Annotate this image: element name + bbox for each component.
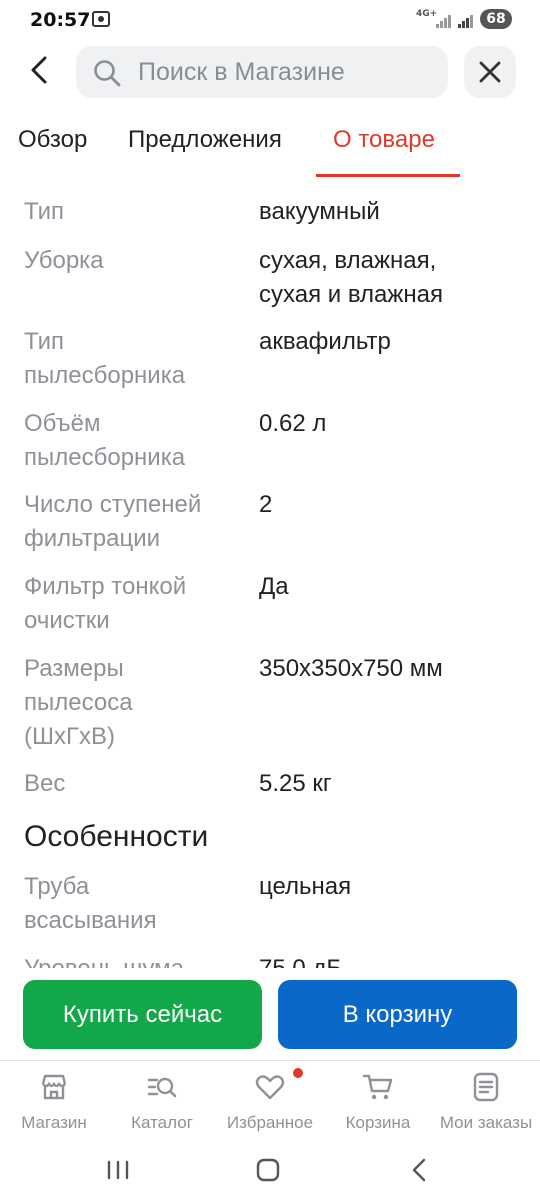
tab-overview[interactable]: Обзор	[18, 126, 87, 154]
search-input[interactable]: Поиск в Магазине	[76, 46, 448, 98]
spec-value: цельная	[259, 873, 352, 900]
spec-label: Размеры пылесоса (ШхГхВ)	[24, 655, 133, 750]
shop-icon	[41, 1074, 67, 1100]
nav-item-orders[interactable]: Мои заказы	[432, 1069, 540, 1139]
search-placeholder: Поиск в Магазине	[138, 58, 345, 86]
system-nav-bar	[0, 1140, 540, 1200]
spec-value: сухая, влажная, сухая и влажная	[259, 247, 444, 308]
recent-apps-icon[interactable]	[100, 1152, 136, 1188]
nav-label: Магазин	[21, 1113, 87, 1132]
nav-label: Корзина	[345, 1113, 411, 1132]
add-to-cart-button[interactable]: В корзину	[278, 980, 517, 1049]
buy-now-button[interactable]: Купить сейчас	[23, 980, 262, 1049]
close-icon	[479, 61, 501, 83]
bottom-nav: Магазин Каталог Избранное Корзина Мои за…	[0, 1060, 540, 1140]
orders-icon	[473, 1072, 499, 1102]
search-icon	[94, 60, 121, 87]
close-search-button[interactable]	[464, 46, 516, 98]
spec-value: аквафильтр	[259, 328, 391, 355]
spec-label: Фильтр тонкой очистки	[24, 573, 187, 634]
spec-value: 0.62 л	[259, 410, 327, 437]
spec-value: вакуумный	[259, 198, 380, 225]
product-tabs: Обзор Предложения О товаре	[0, 118, 540, 178]
spec-value: 75.0 дБ	[259, 952, 529, 968]
spec-label: Число ступеней фильтрации	[24, 491, 202, 552]
spec-label: Вес	[24, 770, 66, 797]
nav-item-favorites[interactable]: Избранное	[216, 1069, 324, 1139]
nav-label: Каталог	[131, 1113, 193, 1132]
home-icon[interactable]	[250, 1152, 286, 1188]
heart-icon	[255, 1075, 285, 1100]
system-back-icon[interactable]	[402, 1152, 438, 1188]
spec-label: Уборка	[24, 247, 104, 274]
nav-label: Мои заказы	[439, 1113, 533, 1132]
signal-icon	[436, 12, 452, 28]
product-specs[interactable]: Тип вакуумный Уборка сухая, влажная, сух…	[0, 178, 540, 968]
spec-value: Да	[259, 573, 289, 600]
nav-label: Избранное	[226, 1113, 314, 1132]
nav-item-shop[interactable]: Магазин	[0, 1069, 108, 1139]
signal-icon	[458, 12, 474, 28]
nav-item-cart[interactable]: Корзина	[324, 1069, 432, 1139]
catalog-search-icon	[147, 1077, 177, 1098]
spec-label: Тип пылесборника	[24, 328, 186, 389]
favorites-notification-dot	[293, 1068, 303, 1078]
chevron-left-icon	[31, 56, 47, 84]
active-tab-indicator	[316, 174, 460, 177]
spec-value: 2	[259, 491, 273, 518]
status-bar: 20:57 4G+ 68	[0, 0, 540, 40]
back-button[interactable]	[22, 52, 58, 88]
spec-value: 350x350x750 мм	[259, 655, 443, 682]
spec-value: 5.25 кг	[259, 770, 332, 797]
nav-item-catalog[interactable]: Каталог	[108, 1069, 216, 1139]
tab-about-product[interactable]: О товаре	[333, 126, 435, 154]
screen-record-icon	[92, 11, 110, 27]
spec-label: Уровень шума	[24, 952, 244, 968]
network-type-label: 4G+	[416, 9, 438, 19]
spec-label: Труба всасывания	[24, 873, 157, 934]
battery-indicator: 68	[480, 9, 512, 29]
spec-label: Объём пылесборника	[24, 410, 186, 471]
tab-offers[interactable]: Предложения	[128, 126, 282, 154]
section-title: Особенности	[24, 820, 209, 853]
status-time: 20:57	[30, 9, 91, 31]
cart-icon	[362, 1074, 393, 1100]
spec-label: Тип	[24, 198, 65, 225]
